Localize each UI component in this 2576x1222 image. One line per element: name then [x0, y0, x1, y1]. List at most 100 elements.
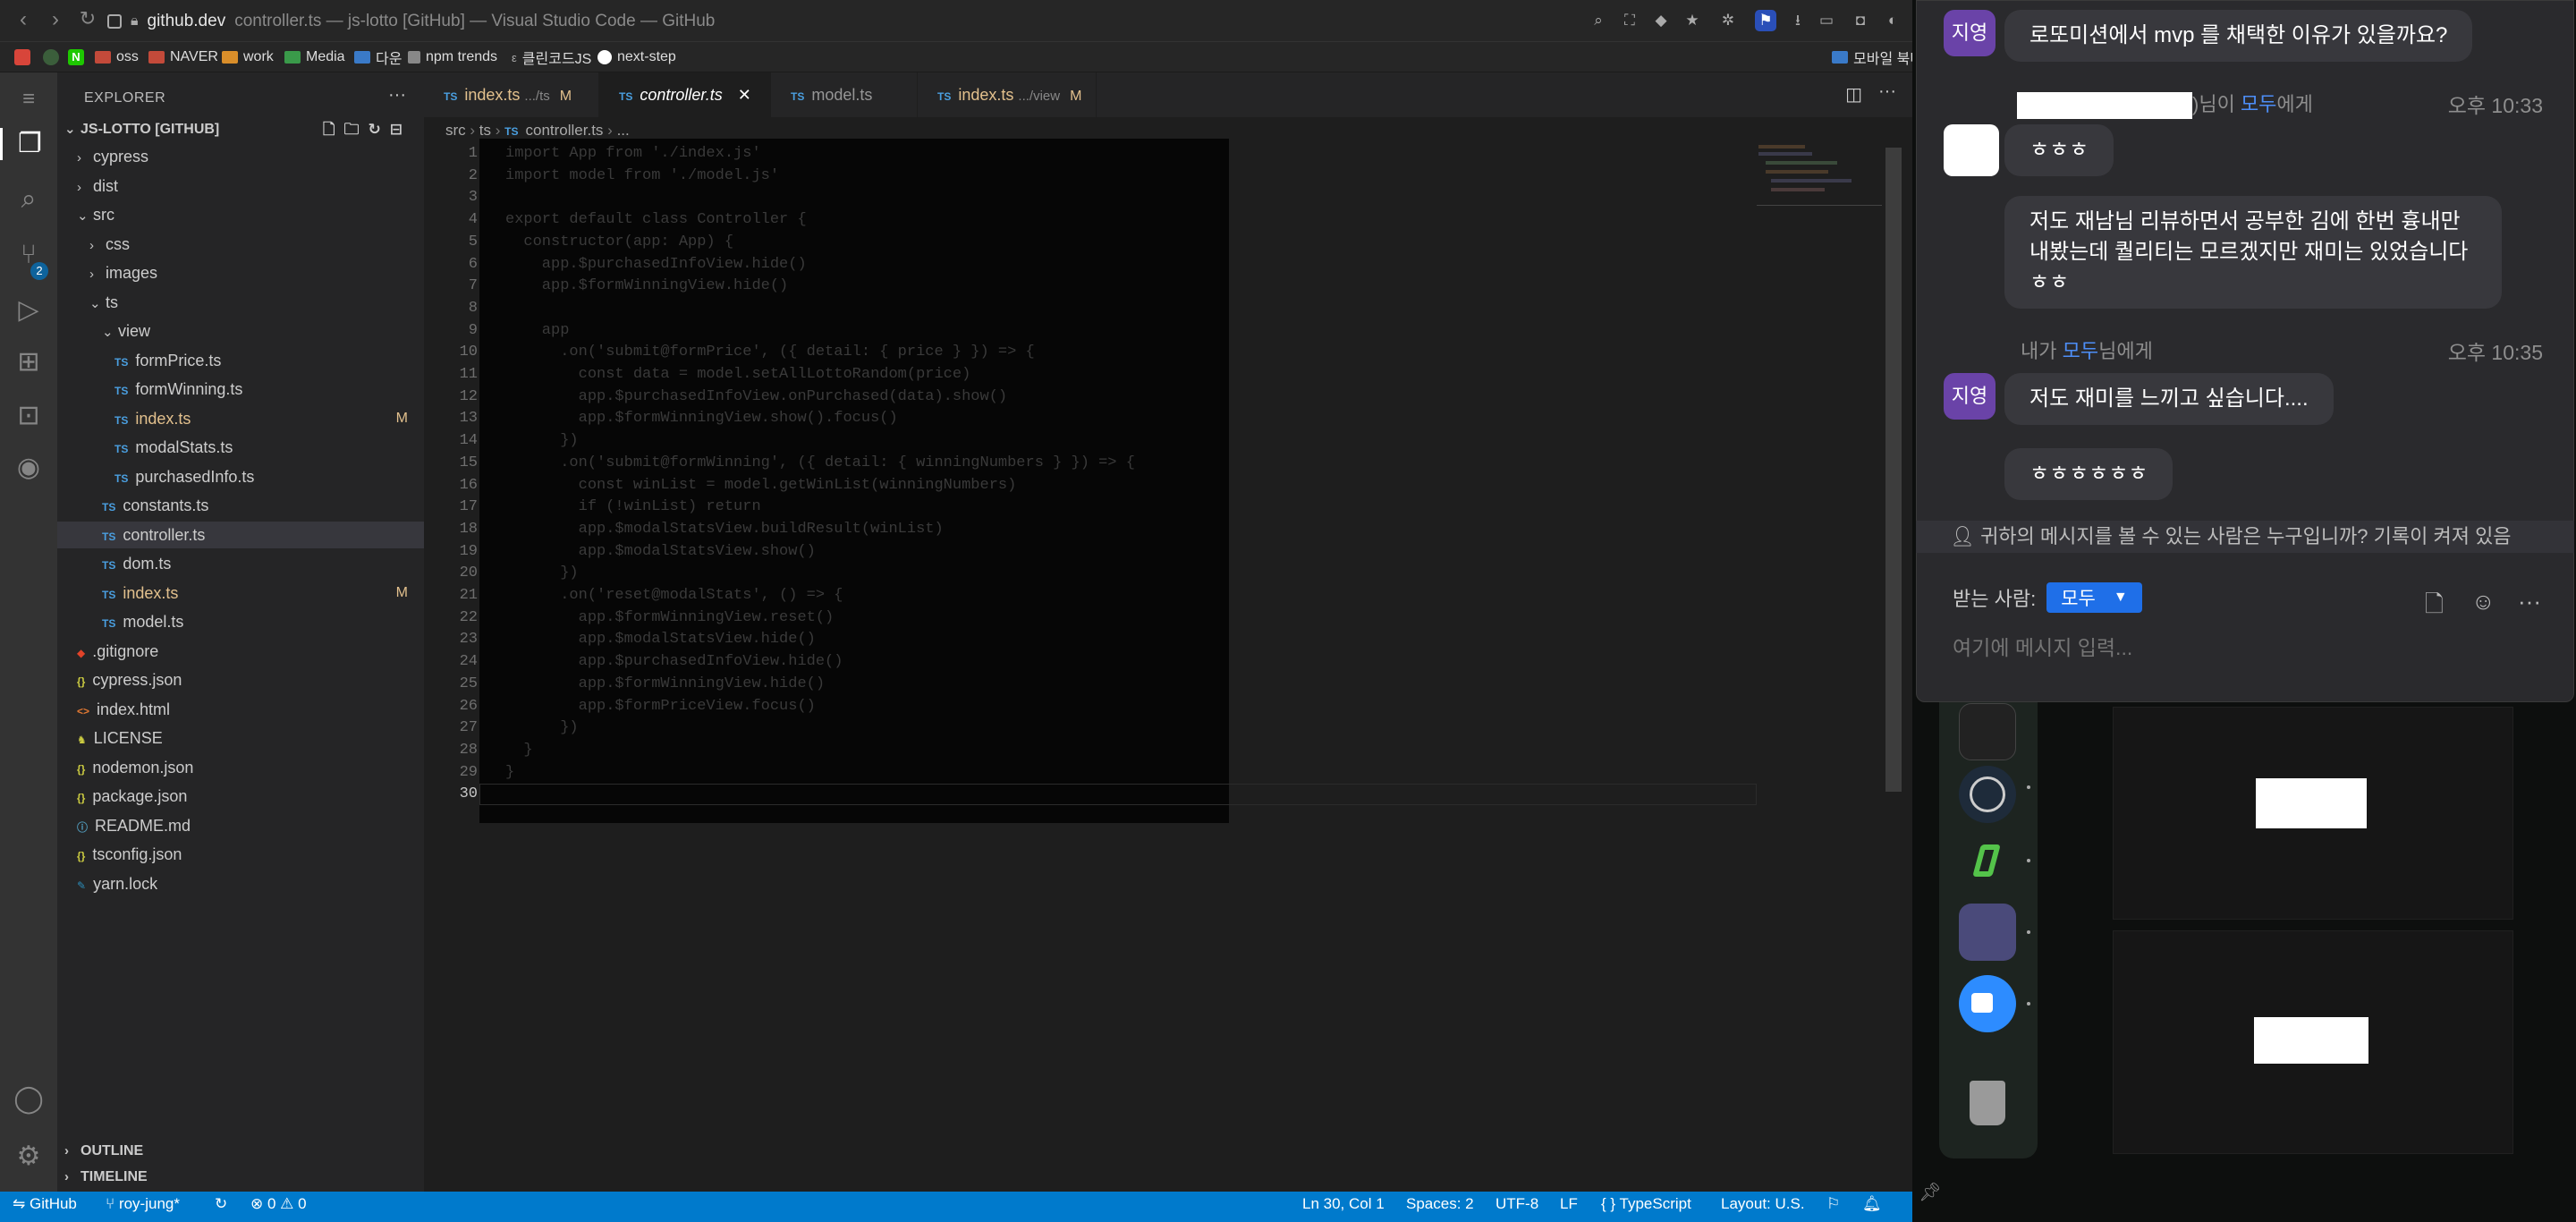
- code-line[interactable]: }): [505, 432, 578, 449]
- code-line[interactable]: app.$purchasedInfoView.hide(): [505, 256, 807, 273]
- code-line[interactable]: }): [505, 719, 578, 736]
- file-item[interactable]: ✎ yarn.lock: [57, 870, 424, 897]
- final-cut-icon[interactable]: [1959, 904, 2016, 961]
- line-ending[interactable]: LF: [1560, 1192, 1578, 1217]
- code-line[interactable]: app.$modalStatsView.show(): [505, 543, 816, 560]
- folder-item[interactable]: ⌄ src: [57, 201, 424, 228]
- editor-scrollbar[interactable]: [1885, 148, 1902, 792]
- camera-icon[interactable]: ◘: [1850, 10, 1871, 31]
- code-line[interactable]: const data = model.setAllLottoRandom(pri…: [505, 366, 971, 383]
- emoji-icon[interactable]: ☺: [2471, 588, 2496, 615]
- address-bar[interactable]: 🔒︎ github.dev controller.ts — js-lotto […: [107, 7, 1610, 36]
- sync-icon[interactable]: ↻: [215, 1192, 227, 1217]
- code-line[interactable]: const winList = model.getWinList(winning…: [505, 477, 1017, 494]
- tab-index-ts[interactable]: TS index.ts .../ts M: [424, 72, 599, 117]
- search-icon[interactable]: ⌕: [13, 183, 45, 216]
- file-item[interactable]: <> index.html: [57, 696, 424, 723]
- file-item[interactable]: ◆ .gitignore: [57, 638, 424, 665]
- folder-item[interactable]: › cypress: [57, 143, 424, 170]
- more-actions-icon[interactable]: ···: [1878, 81, 1896, 102]
- app-icon[interactable]: [1959, 832, 2016, 889]
- code-line[interactable]: app.$formPriceView.focus(): [505, 698, 816, 715]
- bookmark-next-step[interactable]: next-step: [597, 47, 676, 67]
- code-line[interactable]: export default class Controller {: [505, 211, 807, 228]
- obs-icon[interactable]: [1959, 766, 2016, 823]
- code-line[interactable]: app: [505, 322, 570, 339]
- folder-item[interactable]: ⌄ ts: [57, 289, 424, 316]
- feedback-icon[interactable]: ⚐: [1826, 1192, 1840, 1217]
- language-mode[interactable]: { } TypeScript: [1601, 1192, 1691, 1217]
- code-line[interactable]: app.$formWinningView.hide(): [505, 675, 825, 692]
- code-line[interactable]: app.$modalStatsView.buildResult(winList): [505, 521, 944, 538]
- outline-section[interactable]: › OUTLINE: [57, 1138, 424, 1165]
- code-line[interactable]: import model from './model.js': [505, 167, 779, 184]
- flag-extension-icon[interactable]: ⚑: [1755, 10, 1776, 31]
- breadcrumb-item[interactable]: ...: [617, 122, 630, 139]
- more-icon[interactable]: ···: [2518, 588, 2541, 615]
- breadcrumb-item[interactable]: ts: [479, 122, 491, 139]
- code-line[interactable]: }): [505, 564, 578, 581]
- file-item[interactable]: {} cypress.json: [57, 666, 424, 693]
- file-item[interactable]: TS index.ts M: [57, 580, 424, 607]
- file-item[interactable]: TS controller.ts: [57, 521, 424, 548]
- code-line[interactable]: app.$formWinningView.show().focus(): [505, 410, 898, 427]
- cast-icon[interactable]: ▭: [1816, 10, 1837, 31]
- close-icon[interactable]: ✕: [738, 86, 751, 104]
- file-item[interactable]: ⓘ README.md: [57, 812, 424, 839]
- profile-extension-icon[interactable]: ◐: [1882, 10, 1903, 31]
- bookmark-work[interactable]: work: [222, 47, 274, 67]
- remote-explorer-icon[interactable]: ⊡: [13, 400, 45, 432]
- workspace-root[interactable]: ⌄ JS-LOTTO [GITHUB] 🗋🗀↻⊟: [57, 116, 424, 143]
- remote-indicator[interactable]: ⇋ GitHub: [13, 1192, 77, 1217]
- code-line[interactable]: if (!winList) return: [505, 498, 761, 515]
- code-line[interactable]: .on('submit@formPrice', ({ detail: { pri…: [505, 344, 1035, 361]
- app-icon[interactable]: [14, 47, 30, 67]
- more-actions-icon[interactable]: ···: [388, 85, 406, 106]
- folder-item[interactable]: › images: [57, 259, 424, 286]
- code-line[interactable]: app.$modalStatsView.hide(): [505, 631, 816, 648]
- indentation[interactable]: Spaces: 2: [1406, 1192, 1474, 1217]
- code-line[interactable]: constructor(app: App) {: [505, 233, 733, 250]
- code-line[interactable]: .on('reset@modalStats', () => {: [505, 587, 843, 604]
- file-item[interactable]: TS model.ts: [57, 608, 424, 635]
- bookmark-oss[interactable]: oss: [95, 47, 139, 67]
- cursor-position[interactable]: Ln 30, Col 1: [1302, 1192, 1385, 1217]
- file-item[interactable]: TS formPrice.ts: [57, 347, 424, 374]
- bookmark-download[interactable]: 다운: [354, 47, 402, 67]
- minimap[interactable]: [1757, 143, 1882, 206]
- recipient-dropdown[interactable]: 모두 ▼: [2046, 582, 2142, 613]
- tab-view-index-ts[interactable]: TS index.ts .../view M: [918, 72, 1097, 117]
- github-icon[interactable]: ◉: [13, 452, 45, 484]
- download-icon[interactable]: ⭳: [1787, 10, 1809, 31]
- file-item[interactable]: TS index.ts M: [57, 405, 424, 432]
- notifications-icon[interactable]: 🔔︎: [1862, 1192, 1882, 1217]
- bookmark-npm-trends[interactable]: npm trends: [408, 47, 497, 67]
- menu-icon[interactable]: ≡: [13, 83, 45, 115]
- code-line[interactable]: .on('submit@formWinning', ({ detail: { w…: [505, 454, 1135, 471]
- explorer-icon[interactable]: ❐: [0, 128, 57, 160]
- file-item[interactable]: {} package.json: [57, 783, 424, 810]
- keyboard-layout[interactable]: Layout: U.S.: [1721, 1192, 1805, 1217]
- code-line[interactable]: app.$formWinningView.hide(): [505, 277, 788, 294]
- timeline-section[interactable]: › TIMELINE: [57, 1164, 424, 1191]
- zoom-icon[interactable]: [1959, 975, 2016, 1032]
- code-line[interactable]: }: [505, 742, 532, 759]
- gear-icon[interactable]: ⚙: [13, 1141, 45, 1173]
- code-line[interactable]: app.$purchasedInfoView.hide(): [505, 653, 843, 670]
- star-icon[interactable]: ★: [1682, 10, 1703, 31]
- shield-icon[interactable]: ◆: [1650, 10, 1672, 31]
- code-line[interactable]: app.$purchasedInfoView.onPurchased(data)…: [505, 388, 1007, 405]
- pin-icon[interactable]: 📌︎: [1912, 1181, 1948, 1217]
- naver-icon[interactable]: N: [68, 47, 84, 67]
- file-item[interactable]: TS modalStats.ts: [57, 434, 424, 461]
- file-item[interactable]: {} nodemon.json: [57, 754, 424, 781]
- file-item[interactable]: TS constants.ts: [57, 492, 424, 519]
- encoding[interactable]: UTF-8: [1496, 1192, 1538, 1217]
- back-icon[interactable]: ‹: [11, 7, 36, 32]
- run-debug-icon[interactable]: ▷: [13, 294, 45, 327]
- screenshot-icon[interactable]: ⛶: [1619, 10, 1640, 31]
- problems-indicator[interactable]: ⊗ 0 ⚠ 0: [250, 1192, 307, 1217]
- tab-model-ts[interactable]: TS model.ts: [771, 72, 918, 117]
- activity-monitor-icon[interactable]: [1959, 703, 2016, 760]
- code-line[interactable]: app.$formWinningView.reset(): [505, 609, 835, 626]
